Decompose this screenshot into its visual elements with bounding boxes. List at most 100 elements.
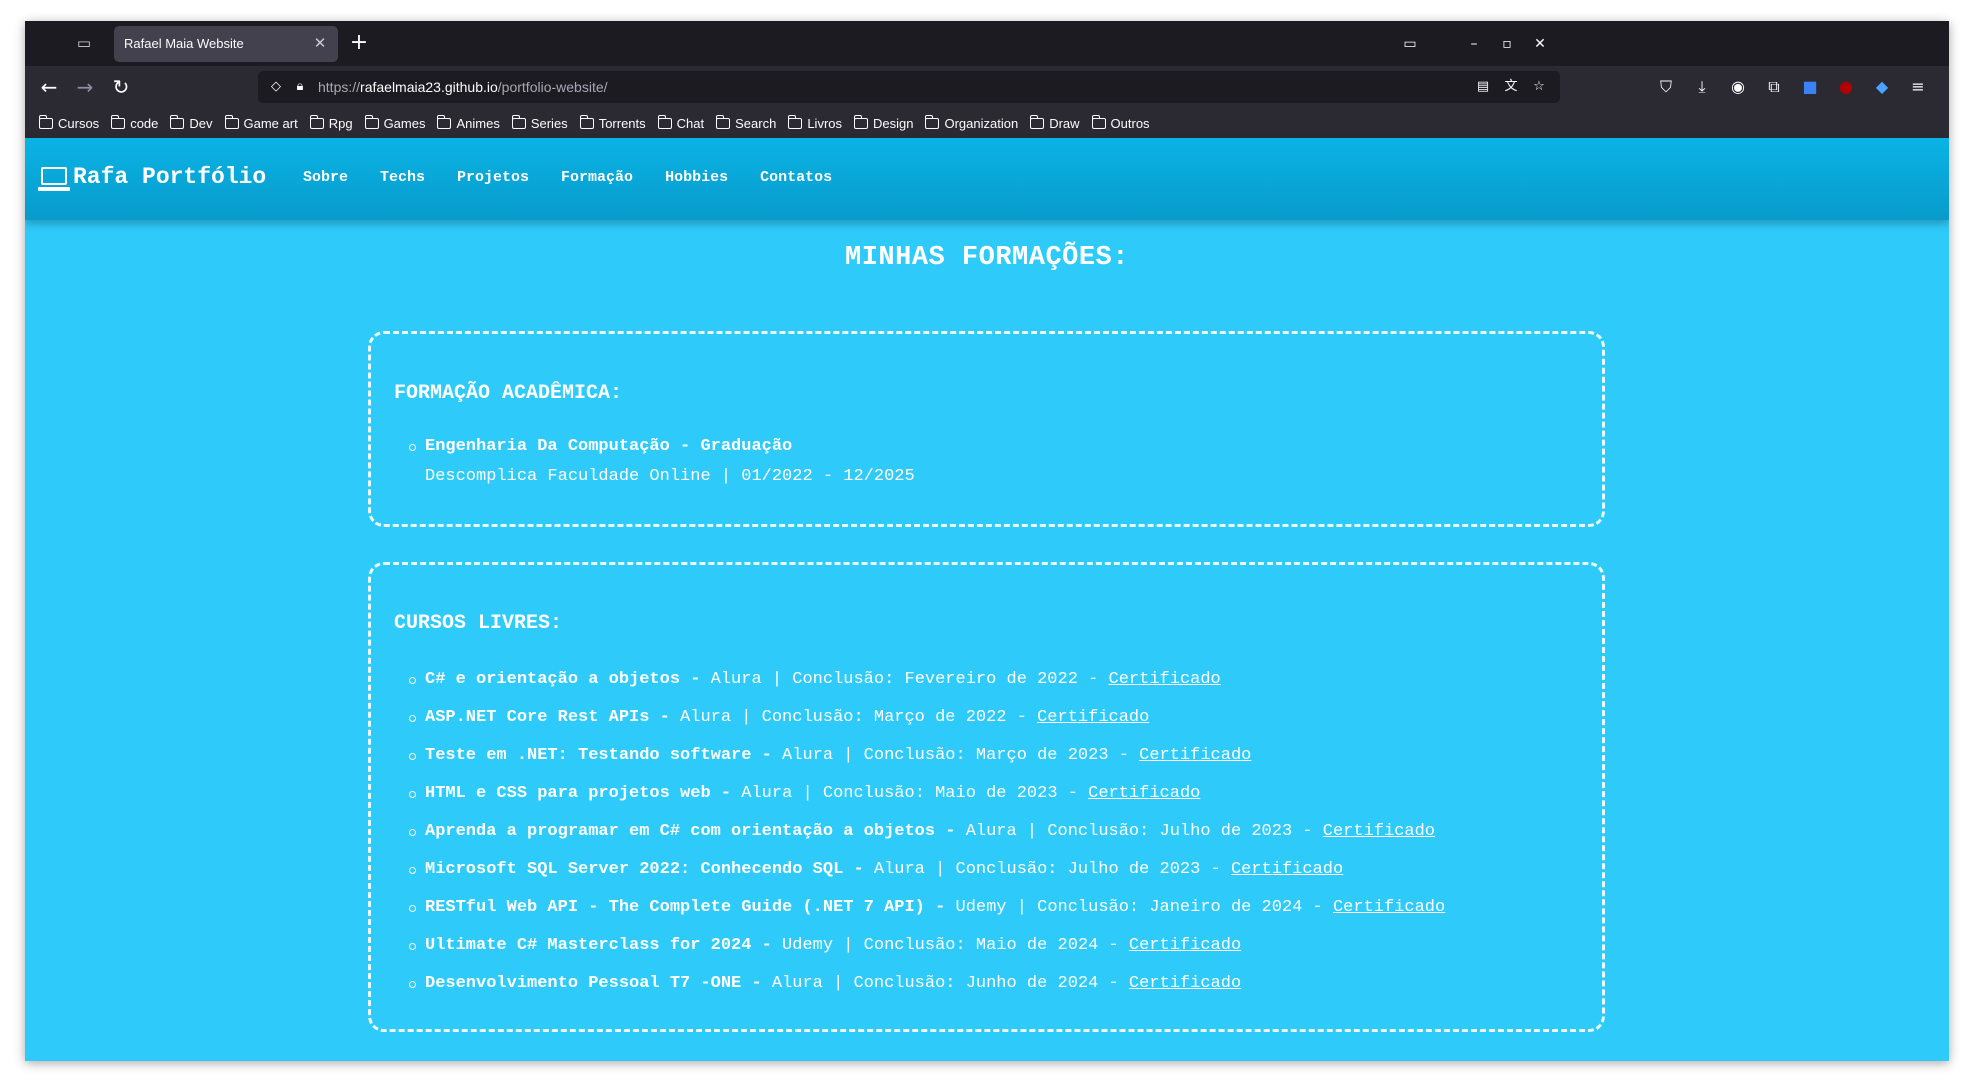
downloads-icon[interactable]: ⤓ (1688, 73, 1716, 101)
nav-link-contatos[interactable]: Contatos (760, 169, 832, 186)
close-tab-icon[interactable]: ✕ (310, 33, 330, 53)
ublock-icon[interactable]: ● (1832, 73, 1860, 101)
list-all-tabs-icon[interactable]: ▭ (1398, 32, 1422, 56)
nav-link-hobbies[interactable]: Hobbies (665, 169, 728, 186)
course-name: Teste em .NET: Testando software - (425, 746, 772, 765)
laptop-icon (38, 167, 70, 191)
pocket-icon[interactable]: ⛉ (1652, 73, 1680, 101)
academic-card: FORMAÇÃO ACADÊMICA: Engenharia Da Comput… (368, 331, 1605, 527)
extension-pin-icon[interactable]: ◆ (1868, 73, 1896, 101)
course-item: RESTful Web API - The Complete Guide (.N… (394, 889, 1445, 927)
folder-icon (39, 114, 53, 129)
maximize-icon[interactable]: ▫ (1495, 32, 1519, 56)
tab-active[interactable]: Rafael Maia Website ✕ (114, 26, 338, 62)
bookmark-star-icon[interactable]: ☆ (1529, 77, 1549, 97)
url-path: /portfolio-website/ (497, 79, 608, 95)
nav-link-formacao[interactable]: Formação (561, 169, 633, 186)
reader-view-icon[interactable]: ▤ (1473, 77, 1493, 97)
bookmark-folder[interactable]: Torrents (579, 114, 646, 131)
forward-arrow-icon[interactable]: → (71, 73, 99, 101)
course-details: Alura | Conclusão: Maio de 2023 - (731, 784, 1089, 803)
course-details: Alura | Conclusão: Fevereiro de 2022 - (700, 670, 1109, 689)
certificate-link[interactable]: Certificado (1129, 974, 1241, 993)
folder-icon (224, 114, 239, 129)
course-details: Alura | Conclusão: Julho de 2023 - (863, 860, 1231, 879)
course-item: Teste em .NET: Testando software - Alura… (394, 737, 1445, 775)
new-tab-button[interactable]: + (347, 32, 371, 56)
folder-icon (788, 114, 803, 129)
course-item: Desenvolvimento Pessoal T7 -ONE - Alura … (394, 965, 1445, 1003)
menu-hamburger-icon[interactable]: ≡ (1904, 73, 1932, 101)
folder-icon (111, 114, 126, 129)
lock-icon[interactable]: 🔒︎ (290, 77, 310, 97)
close-window-icon[interactable]: ✕ (1528, 32, 1552, 56)
bookmark-folder[interactable]: Rpg (309, 114, 353, 131)
url-prefix: https:// (318, 79, 361, 95)
courses-card: CURSOS LIVRES: C# e orientação a objetos… (368, 562, 1605, 1032)
bookmark-folder[interactable]: Organization (925, 114, 1018, 131)
folder-icon (437, 114, 452, 129)
account-icon[interactable]: ◉ (1724, 73, 1752, 101)
course-details: Alura | Conclusão: Julho de 2023 - (955, 822, 1323, 841)
folder-icon (1030, 114, 1045, 129)
course-item: Microsoft SQL Server 2022: Conhecendo SQ… (394, 851, 1445, 889)
folder-icon (364, 114, 379, 129)
translate-icon[interactable]: 文 (1501, 77, 1521, 97)
bookmark-folder[interactable]: Chat (657, 114, 704, 131)
shield-icon[interactable]: ◇ (266, 77, 286, 97)
course-name: Ultimate C# Masterclass for 2024 - (425, 936, 772, 955)
nav-link-projetos[interactable]: Projetos (457, 169, 529, 186)
browser-chrome: ▭ Rafael Maia Website ✕ + ▭ – ▫ ✕ ← → ↻ … (25, 21, 1949, 138)
certificate-link[interactable]: Certificado (1037, 708, 1149, 727)
bookmark-folder[interactable]: Cursos (39, 114, 99, 131)
tab-bar: ▭ Rafael Maia Website ✕ + ▭ – ▫ ✕ (25, 21, 1949, 66)
minimize-icon[interactable]: – (1462, 32, 1486, 56)
course-item: ASP.NET Core Rest APIs - Alura | Conclus… (394, 699, 1445, 737)
courses-title: CURSOS LIVRES: (394, 612, 563, 635)
course-name: Desenvolvimento Pessoal T7 -ONE - (425, 974, 762, 993)
certificate-link[interactable]: Certificado (1109, 670, 1221, 689)
course-name: Microsoft SQL Server 2022: Conhecendo SQ… (425, 860, 864, 879)
course-item: Aprenda a programar em C# com orientação… (394, 813, 1445, 851)
tab-title: Rafael Maia Website (124, 36, 244, 51)
course-details: Udemy | Conclusão: Janeiro de 2024 - (945, 898, 1333, 917)
extensions-icon[interactable]: ⧉ (1760, 73, 1788, 101)
bookmark-folder[interactable]: Animes (437, 114, 500, 131)
bookmark-folder[interactable]: Series (511, 114, 568, 131)
certificate-link[interactable]: Certificado (1129, 936, 1241, 955)
certificate-link[interactable]: Certificado (1323, 822, 1435, 841)
course-name: C# e orientação a objetos - (425, 670, 701, 689)
folder-icon (511, 114, 526, 129)
bitwarden-icon[interactable]: ■ (1796, 73, 1824, 101)
site-header: Rafa Portfólio Sobre Techs Projetos Form… (25, 138, 1949, 220)
bookmark-folder[interactable]: Dev (170, 114, 213, 131)
url-text[interactable]: https://rafaelmaia23.github.io/portfolio… (318, 79, 608, 95)
tab-list-icon[interactable]: ▭ (73, 32, 95, 54)
certificate-link[interactable]: Certificado (1139, 746, 1251, 765)
bookmark-folder[interactable]: Livros (788, 114, 842, 131)
certificate-link[interactable]: Certificado (1333, 898, 1445, 917)
course-details: Alura | Conclusão: Março de 2023 - (771, 746, 1140, 765)
bookmark-folder[interactable]: Search (716, 114, 776, 131)
folder-icon (854, 114, 869, 129)
browser-window: ▭ Rafael Maia Website ✕ + ▭ – ▫ ✕ ← → ↻ … (25, 21, 1949, 1061)
address-bar[interactable]: ◇ 🔒︎ https://rafaelmaia23.github.io/port… (258, 71, 1560, 103)
nav-toolbar: ← → ↻ ◇ 🔒︎ https://rafaelmaia23.github.i… (25, 66, 1949, 108)
bookmark-folder[interactable]: Game art (224, 114, 298, 131)
nav-link-sobre[interactable]: Sobre (303, 169, 348, 186)
bookmark-folder[interactable]: Draw (1030, 114, 1080, 131)
bookmark-folder[interactable]: Outros (1091, 114, 1150, 131)
course-details: Alura | Conclusão: Março de 2022 - (669, 708, 1038, 727)
bookmark-folder[interactable]: Design (854, 114, 913, 131)
course-item: Ultimate C# Masterclass for 2024 - Udemy… (394, 927, 1445, 965)
certificate-link[interactable]: Certificado (1231, 860, 1343, 879)
folder-icon (716, 114, 731, 129)
nav-link-techs[interactable]: Techs (380, 169, 425, 186)
reload-icon[interactable]: ↻ (107, 73, 135, 101)
back-arrow-icon[interactable]: ← (35, 73, 63, 101)
certificate-link[interactable]: Certificado (1088, 784, 1200, 803)
site-brand[interactable]: Rafa Portfólio (73, 164, 266, 190)
course-name: HTML e CSS para projetos web - (425, 784, 732, 803)
bookmark-folder[interactable]: Games (364, 114, 425, 131)
bookmark-folder[interactable]: code (111, 114, 158, 131)
